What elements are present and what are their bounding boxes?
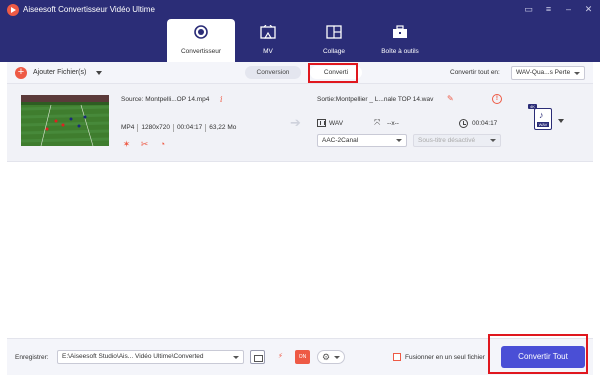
output-format-dropdown-icon[interactable] <box>558 119 564 123</box>
tab-label: Collage <box>322 48 346 55</box>
edit-name-icon[interactable]: ✎ <box>447 94 454 103</box>
save-path-select[interactable]: E:\Aiseesoft Studio\Ais... Vidéo Ultime\… <box>57 350 244 364</box>
window-controls: ▭ ≡ – ✕ <box>523 3 594 15</box>
output-tag: WAV <box>537 122 549 127</box>
output-resolution: --x-- <box>387 120 399 127</box>
subtab-conversion[interactable]: Conversion <box>245 66 301 79</box>
highlight-convert-all <box>488 334 588 374</box>
convert-all-label: Convertir tout en: <box>450 69 500 76</box>
feedback-icon[interactable]: ▭ <box>523 3 534 15</box>
output-filename: Sortie:Montpellier _ L...nale TOP 14.wav <box>317 96 434 103</box>
warning-icon[interactable]: ! <box>492 94 502 104</box>
tab-collage[interactable]: Collage <box>301 19 367 62</box>
file-row: Source: Montpelli...OP 14.mp4 i MP4 1280… <box>7 84 593 162</box>
add-icon[interactable]: + <box>15 67 27 79</box>
convert-all-format-select[interactable]: WAV-Qua...s Perte <box>511 66 585 80</box>
settings-button[interactable]: ⚙ <box>317 350 345 364</box>
main-tabs: Convertisseur MV Collage Boîte à outils <box>167 19 433 62</box>
merge-label: Fusionner en un seul fichier <box>405 354 485 361</box>
cut-icon[interactable]: ✂ <box>139 139 150 150</box>
info-icon[interactable]: i <box>220 95 223 104</box>
gear-icon: ⚙ <box>322 352 331 362</box>
app-logo-icon <box>7 4 19 16</box>
menu-icon[interactable]: ≡ <box>543 3 554 15</box>
clock-icon <box>459 119 468 128</box>
arrow-right-icon: ➔ <box>290 115 301 130</box>
palette-icon[interactable]: ◔ <box>157 139 168 150</box>
output-badge: 4K <box>528 104 537 109</box>
open-folder-icon[interactable] <box>250 350 265 364</box>
title-bar: Aiseesoft Convertisseur Vidéo Ultime ▭ ≡… <box>0 0 600 62</box>
video-thumbnail[interactable] <box>21 95 109 146</box>
highlight-converted-tab <box>308 63 358 83</box>
tab-label: Boîte à outils <box>381 48 419 55</box>
edit-tools: ✶ ✂ ◔ <box>121 139 168 150</box>
output-duration: 00:04:17 <box>472 120 498 127</box>
tab-mv[interactable]: MV <box>235 19 301 62</box>
enhance-icon[interactable]: ✶ <box>121 139 132 150</box>
source-duration: 00:04:17 <box>174 124 207 132</box>
add-files-button[interactable]: Ajouter Fichier(s) <box>33 69 86 76</box>
speed-off-icon[interactable]: ⚡ <box>273 350 288 364</box>
tab-label: Convertisseur <box>180 48 222 55</box>
audio-track-select[interactable]: AAC-2Canal <box>317 134 407 147</box>
tab-convertisseur[interactable]: Convertisseur <box>167 19 235 62</box>
source-metadata: MP4 1280x720 00:04:17 63,22 Mo <box>121 124 239 132</box>
subtitle-select[interactable]: Sous-titre désactivé <box>413 134 501 147</box>
minimize-icon[interactable]: – <box>563 3 574 15</box>
toolbox-icon <box>393 25 407 38</box>
toolbar: + Ajouter Fichier(s) Conversion Converti… <box>7 62 593 84</box>
add-files-dropdown-icon[interactable] <box>96 71 102 75</box>
tab-toolbox[interactable]: Boîte à outils <box>367 19 433 62</box>
hardware-accel-icon[interactable]: ON <box>295 350 310 364</box>
collage-icon <box>326 25 342 39</box>
format-icon <box>317 119 326 127</box>
output-format-icon[interactable]: 4K ♪ WAV <box>528 104 552 130</box>
close-icon[interactable]: ✕ <box>583 3 594 15</box>
tab-label: MV <box>263 48 273 55</box>
output-format: WAV <box>329 120 344 127</box>
resolution-icon: ⤧ <box>374 118 381 127</box>
mv-icon <box>260 25 276 39</box>
source-size: 63,22 Mo <box>209 124 237 131</box>
save-label: Enregistrer: <box>15 354 49 361</box>
source-format: MP4 <box>121 124 139 132</box>
app-title: Aiseesoft Convertisseur Vidéo Ultime <box>23 5 155 14</box>
source-filename: Source: Montpelli...OP 14.mp4 <box>121 96 210 103</box>
convert-icon <box>194 25 208 39</box>
merge-checkbox[interactable] <box>393 353 401 361</box>
source-resolution: 1280x720 <box>138 124 174 132</box>
music-note-icon: ♪ <box>539 110 544 120</box>
